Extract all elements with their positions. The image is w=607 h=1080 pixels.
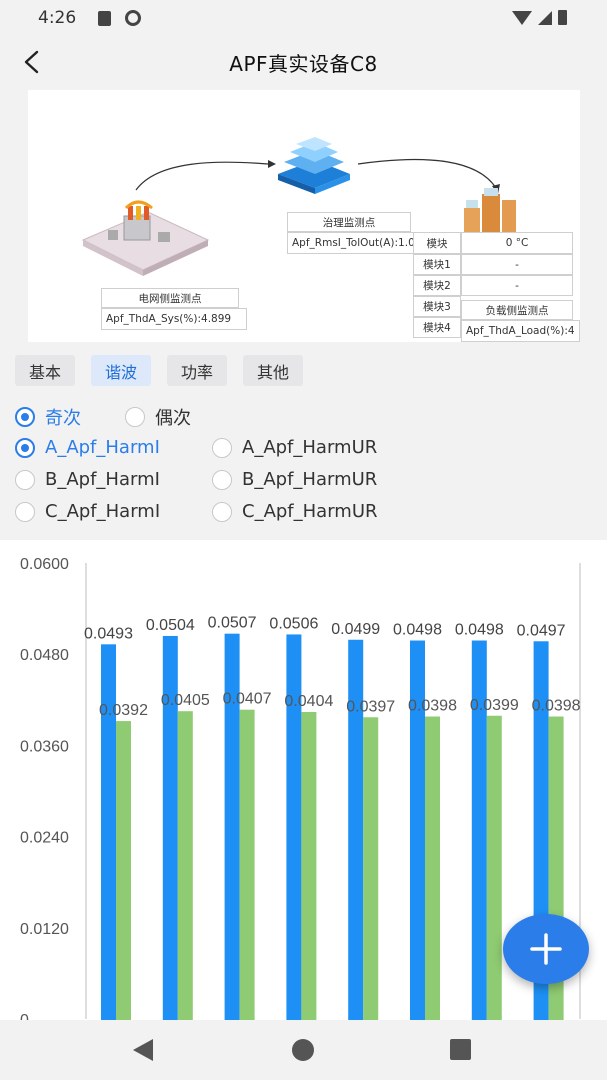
data-label: 0.0405 xyxy=(161,692,210,709)
substation-icon xyxy=(81,200,210,276)
sd-card-icon xyxy=(98,10,112,26)
odd-order-label: 奇次 xyxy=(45,408,81,429)
radio-unchecked-icon xyxy=(15,469,35,490)
radio-checked-icon xyxy=(15,407,35,427)
category-tabs: 基本 谐波 功率 其他 xyxy=(15,355,304,386)
tab-power[interactable]: 功率 xyxy=(167,355,228,386)
module-2-value: - xyxy=(461,275,573,296)
data-label: 0.0404 xyxy=(284,693,333,710)
series-label: B_Apf_HarmUR xyxy=(242,469,378,490)
series-radio-a-harmur[interactable]: A_Apf_HarmUR xyxy=(212,437,377,458)
sync-icon xyxy=(125,10,142,26)
nav-back-icon[interactable] xyxy=(133,1039,153,1061)
nav-recents-icon[interactable] xyxy=(450,1039,471,1060)
bar-series-2-1 xyxy=(116,721,131,1020)
tab-basic[interactable]: 基本 xyxy=(15,355,76,386)
center-monitor-label: 治理监测点 xyxy=(287,212,411,232)
series-radio-b-harmur[interactable]: B_Apf_HarmUR xyxy=(212,469,377,490)
radio-unchecked-icon xyxy=(212,437,232,458)
add-fab-button[interactable] xyxy=(503,914,589,984)
y-tick-label: 0.0120 xyxy=(20,921,69,938)
data-label: 0.0498 xyxy=(393,622,442,639)
bar-series-1-1 xyxy=(101,644,116,1020)
module-1-value: - xyxy=(461,254,573,275)
battery-icon xyxy=(558,10,567,25)
y-tick-label: 0.0600 xyxy=(20,556,69,573)
data-label: 0.0499 xyxy=(331,621,380,638)
back-button[interactable] xyxy=(14,44,50,80)
status-time: 4:26 xyxy=(38,8,77,28)
radio-unchecked-icon xyxy=(125,407,145,427)
grid-to-apf-arrow xyxy=(135,161,269,191)
data-label: 0.0397 xyxy=(346,698,395,715)
data-label: 0.0399 xyxy=(470,697,519,714)
series-radio-a-harmi[interactable]: A_Apf_HarmI xyxy=(15,437,160,458)
module-header-label: 模块 xyxy=(413,232,461,254)
y-tick-label: 0.0240 xyxy=(20,830,69,847)
data-label: 0.0392 xyxy=(99,702,148,719)
system-nav-bar xyxy=(0,1020,607,1080)
y-tick-label: 0 xyxy=(20,1012,29,1020)
radio-checked-icon xyxy=(15,437,35,458)
module-4-label: 模块4 xyxy=(413,317,461,338)
page-title: APF真实设备C8 xyxy=(229,51,378,76)
series-label: A_Apf_HarmI xyxy=(45,437,160,458)
signal-icon xyxy=(538,10,552,25)
bar-series-2-4 xyxy=(301,711,317,1020)
radio-unchecked-icon xyxy=(212,469,232,490)
device-topology-diagram: 治理监测点 Apf_RmsI_TolOut(A):1.013 电网侧监测点 Ap… xyxy=(28,90,580,342)
radio-unchecked-icon xyxy=(15,501,35,522)
series-label: B_Apf_HarmI xyxy=(45,469,160,490)
data-label: 0.0398 xyxy=(408,698,457,715)
data-label: 0.0498 xyxy=(455,622,504,639)
module-header-value: 0 °C xyxy=(461,232,573,254)
load-monitor-value: Apf_ThdA_Load(%):4 xyxy=(461,320,580,342)
series-radio-c-harmi[interactable]: C_Apf_HarmI xyxy=(15,501,160,522)
module-2-label: 模块2 xyxy=(413,275,461,296)
data-label: 0.0497 xyxy=(517,622,566,639)
module-1-label: 模块1 xyxy=(413,254,461,275)
load-monitor-label: 负载侧监测点 xyxy=(461,300,573,320)
arrowhead-icon xyxy=(268,160,276,168)
series-label: C_Apf_HarmUR xyxy=(242,501,378,522)
data-label: 0.0493 xyxy=(84,625,133,642)
status-bar: 4:26 xyxy=(0,0,607,36)
bar-series-1-5 xyxy=(348,639,364,1020)
plus-icon xyxy=(530,933,562,965)
bar-series-2-7 xyxy=(486,715,502,1020)
bar-series-2-2 xyxy=(177,711,193,1020)
data-label: 0.0407 xyxy=(223,691,272,708)
wifi-icon xyxy=(512,10,532,25)
data-label: 0.0506 xyxy=(269,615,318,632)
grid-monitor-value: Apf_ThdA_Sys(%):4.899 xyxy=(101,308,247,330)
series-radio-c-harmur[interactable]: C_Apf_HarmUR xyxy=(212,501,378,522)
bar-series-2-6 xyxy=(425,716,440,1020)
data-label: 0.0504 xyxy=(146,617,195,634)
series-radio-b-harmi[interactable]: B_Apf_HarmI xyxy=(15,469,160,490)
tab-other[interactable]: 其他 xyxy=(243,355,304,386)
apf-device-icon xyxy=(278,137,350,194)
y-tick-label: 0.0480 xyxy=(20,647,69,664)
app-bar: APF真实设备C8 xyxy=(0,36,607,88)
apf-to-load-arrow xyxy=(357,158,497,189)
data-label: 0.0398 xyxy=(532,698,581,715)
bar-series-2-3 xyxy=(239,709,255,1020)
series-label: A_Apf_HarmUR xyxy=(242,437,378,458)
bar-series-2-5 xyxy=(363,717,379,1020)
odd-order-radio[interactable]: 奇次 xyxy=(15,404,81,430)
even-order-label: 偶次 xyxy=(155,408,191,429)
y-tick-label: 0.0360 xyxy=(20,738,69,755)
data-label: 0.0507 xyxy=(208,615,257,632)
radio-unchecked-icon xyxy=(212,501,232,522)
grid-monitor-label: 电网侧监测点 xyxy=(101,288,239,308)
series-label: C_Apf_HarmI xyxy=(45,501,161,522)
even-order-radio[interactable]: 偶次 xyxy=(125,404,191,430)
tab-harmonics[interactable]: 谐波 xyxy=(91,355,152,386)
chevron-left-icon xyxy=(24,50,39,74)
module-3-label: 模块3 xyxy=(413,296,461,317)
nav-home-icon[interactable] xyxy=(292,1039,314,1061)
